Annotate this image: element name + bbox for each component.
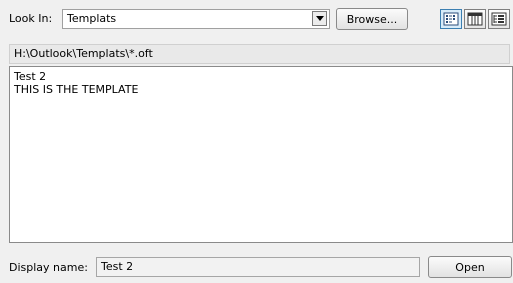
list-view-icon [443, 12, 459, 26]
open-button-label: Open [455, 260, 485, 274]
browse-button-label: Browse... [346, 12, 398, 26]
path-text: H:\Outlook\Templats\*.oft [14, 47, 153, 60]
display-name-field[interactable]: Test 2 [96, 257, 420, 277]
dropdown-arrow-button[interactable] [312, 11, 327, 26]
path-bar: H:\Outlook\Templats\*.oft [9, 44, 510, 64]
display-name-label: Display name: [9, 261, 88, 274]
look-in-label: Look In: [9, 12, 53, 25]
browse-button[interactable]: Browse... [336, 8, 408, 30]
display-name-value: Test 2 [101, 260, 134, 273]
tree-view-button[interactable] [488, 9, 510, 29]
open-button[interactable]: Open [428, 256, 512, 278]
details-view-button[interactable] [464, 9, 486, 29]
preview-line-body: THIS IS THE TEMPLATE [14, 83, 139, 96]
look-in-value: Templats [67, 12, 117, 25]
preview-line-title: Test 2 [14, 70, 47, 83]
list-view-button[interactable] [440, 9, 462, 29]
chevron-down-icon [315, 16, 324, 21]
details-view-icon [467, 12, 483, 26]
template-preview-area[interactable]: Test 2 THIS IS THE TEMPLATE [9, 66, 513, 243]
tree-view-icon [491, 12, 507, 26]
look-in-combobox[interactable]: Templats [62, 9, 330, 29]
